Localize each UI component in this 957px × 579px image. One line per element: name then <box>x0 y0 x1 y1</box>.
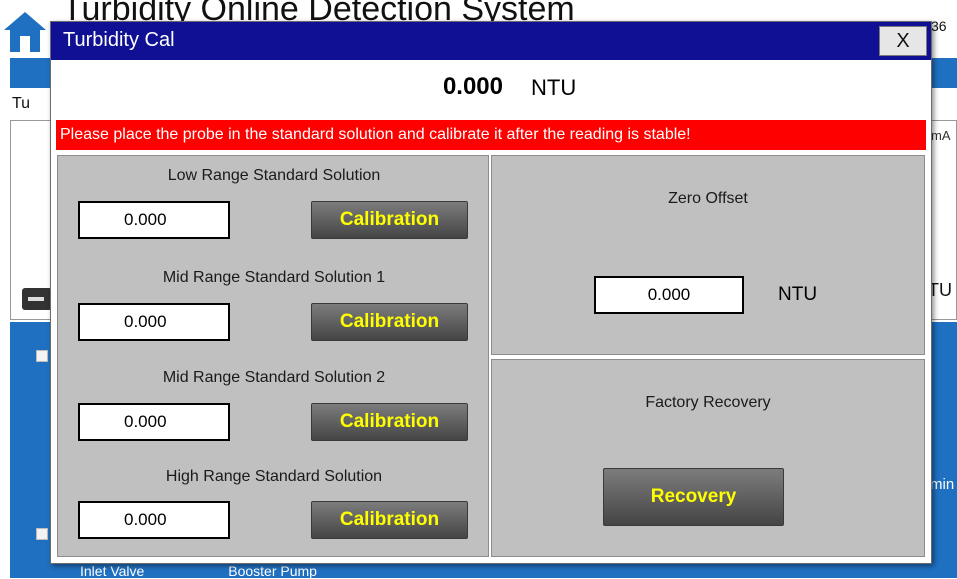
zero-offset-title: Zero Offset <box>668 190 748 207</box>
mid-range-2-calibration-button[interactable]: Calibration <box>311 403 468 441</box>
turbidity-cal-dialog: Turbidity Cal X 0.000 NTU Please place t… <box>50 21 932 564</box>
recovery-button[interactable]: Recovery <box>603 468 784 526</box>
low-range-value[interactable]: 0.000 <box>78 201 230 239</box>
zero-offset-panel: Zero Offset 0.000 NTU <box>491 155 925 355</box>
mid-range-1-label: Mid Range Standard Solution 1 <box>162 269 386 286</box>
checkbox[interactable] <box>36 350 48 362</box>
instruction-banner: Please place the probe in the standard s… <box>56 120 926 150</box>
current-reading-value: 0.000 <box>442 73 503 100</box>
mid-range-2-value[interactable]: 0.000 <box>78 403 230 441</box>
unit-min-label: min <box>930 476 955 493</box>
high-range-calibration-button[interactable]: Calibration <box>311 501 468 539</box>
current-reading-unit: NTU <box>531 75 577 100</box>
close-button[interactable]: X <box>879 26 927 56</box>
home-icon[interactable] <box>2 8 48 54</box>
mid-range-1-value[interactable]: 0.000 <box>78 303 230 341</box>
low-range-calibration-button[interactable]: Calibration <box>311 201 468 239</box>
clock-text: 36 <box>931 18 947 34</box>
low-range-label: Low Range Standard Solution <box>167 167 381 184</box>
factory-recovery-panel: Factory Recovery Recovery <box>491 359 925 557</box>
inlet-valve-label: Inlet Valve <box>80 563 145 579</box>
booster-pump-label: Booster Pump <box>228 563 317 579</box>
dialog-title: Turbidity Cal <box>63 29 175 51</box>
unit-ma-label: mA <box>931 128 951 143</box>
device-icon <box>22 288 52 310</box>
high-range-value[interactable]: 0.000 <box>78 501 230 539</box>
bottom-labels: Inlet Valve Booster Pump <box>80 563 397 579</box>
zero-offset-value[interactable]: 0.000 <box>594 276 744 314</box>
zero-offset-unit: NTU <box>778 284 818 305</box>
factory-recovery-title: Factory Recovery <box>645 394 771 411</box>
tab-label[interactable]: Tu <box>12 95 30 113</box>
high-range-label: High Range Standard Solution <box>165 468 383 485</box>
mid-range-1-calibration-button[interactable]: Calibration <box>311 303 468 341</box>
standard-solutions-panel: Low Range Standard Solution 0.000 Calibr… <box>57 155 489 557</box>
dialog-titlebar[interactable]: Turbidity Cal X <box>51 22 931 60</box>
checkbox[interactable] <box>36 528 48 540</box>
mid-range-2-label: Mid Range Standard Solution 2 <box>162 369 386 386</box>
